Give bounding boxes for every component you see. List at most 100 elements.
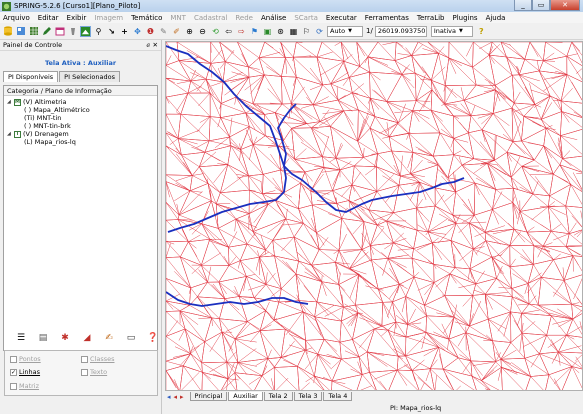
checkbox-linhas[interactable]: ✓ Linhas xyxy=(10,368,40,376)
panel-tabs: PI Disponíveis PI Selecionados xyxy=(3,71,161,82)
expand-icon[interactable]: ◢ xyxy=(7,99,12,105)
checkbox-label: Linhas xyxy=(19,368,41,376)
menu-item-imagem[interactable]: Imagem xyxy=(94,14,123,22)
table-icon[interactable] xyxy=(28,26,39,37)
tree-item-label: ( ) Mapa_Altimétrico xyxy=(24,106,90,114)
help-icon[interactable]: ? xyxy=(476,26,487,37)
screen-tab-tela-4[interactable]: Tela 4 xyxy=(323,392,353,401)
checkbox-label: Pontos xyxy=(19,355,41,363)
scale-options-icon[interactable]: ⊛ xyxy=(275,26,286,37)
menu-item-ajuda[interactable]: Ajuda xyxy=(486,14,506,22)
first-icon[interactable]: ◂ xyxy=(167,393,171,401)
checkbox-pontos[interactable]: Pontos xyxy=(10,355,41,363)
screens-icon[interactable]: ▣ xyxy=(262,26,273,37)
tree-category-item[interactable]: ◢ T (V) Drenagem xyxy=(7,130,154,138)
title-bar: SPRING-5.2.6 [Curso1][Plano_Piloto] _ ▭ … xyxy=(0,0,583,12)
back-icon[interactable]: ⇦ xyxy=(223,26,234,37)
identify-icon[interactable]: ❶ xyxy=(145,26,156,37)
expand-icon[interactable]: ◢ xyxy=(7,131,12,137)
maximize-button[interactable]: ▭ xyxy=(532,0,550,11)
tree-item-label: ( ) MNT-tin-brk xyxy=(24,122,71,130)
menu-item-executar[interactable]: Executar xyxy=(326,14,357,22)
checkbox-classes[interactable]: Classes xyxy=(81,355,115,363)
pencil-icon[interactable] xyxy=(41,26,52,37)
next-icon[interactable]: ▸ xyxy=(180,393,184,401)
menu-item-mnt[interactable]: MNT xyxy=(170,14,186,22)
tree-plan-item[interactable]: (Ti) MNT-tin xyxy=(7,114,154,122)
map-canvas[interactable] xyxy=(165,41,583,391)
window-icon[interactable] xyxy=(54,26,65,37)
screen-tab-tela-3[interactable]: Tela 3 xyxy=(293,392,323,401)
brush-icon[interactable]: ✍ xyxy=(103,332,115,343)
tree-item-label: (V) Drenagem xyxy=(23,130,69,138)
panel-close-icon[interactable]: ⅇ ✕ xyxy=(146,41,158,49)
database-icon[interactable] xyxy=(2,26,13,37)
menu-item-editar[interactable]: Editar xyxy=(38,14,59,22)
menu-item-plugins[interactable]: Plugins xyxy=(452,14,477,22)
checkmark-icon: ✓ xyxy=(10,368,17,376)
tab-pi-selecionados[interactable]: PI Selecionados xyxy=(59,71,120,82)
move-icon[interactable]: ✥ xyxy=(132,26,143,37)
checkbox-texto[interactable]: Texto xyxy=(81,368,107,376)
tree-header: Categoria / Plano de Informação xyxy=(4,86,157,96)
measure-icon[interactable]: ✎ xyxy=(158,26,169,37)
menu-item-ferramentas[interactable]: Ferramentas xyxy=(365,14,409,22)
mnt-category-icon: M xyxy=(14,98,21,106)
menu-item-scarta[interactable]: SCarta xyxy=(294,14,318,22)
menu-item-rede[interactable]: Rede xyxy=(235,14,253,22)
zoom-fit-icon[interactable]: ⟲ xyxy=(210,26,221,37)
zoom-out-icon[interactable]: ⊖ xyxy=(197,26,208,37)
tab-pi-disponiveis[interactable]: PI Disponíveis xyxy=(3,71,59,82)
mode-select[interactable]: Auto ▼ xyxy=(327,25,363,37)
project-icon[interactable] xyxy=(15,26,26,37)
mode-select-value: Auto xyxy=(330,27,346,35)
state-select[interactable]: Inativa ▼ xyxy=(430,25,473,37)
screen-icon[interactable]: ▭ xyxy=(125,332,137,343)
info-icon[interactable] xyxy=(67,26,78,37)
help-circle-icon[interactable]: ❓ xyxy=(147,332,159,343)
state-select-value: Inativa xyxy=(433,27,457,35)
minimize-button[interactable]: _ xyxy=(514,0,532,11)
tin-mesh xyxy=(166,42,582,390)
close-button[interactable]: ✕ xyxy=(550,0,580,11)
tree-plan-item[interactable]: (L) Mapa_rios-lq xyxy=(7,138,154,146)
menu-item-terralib[interactable]: TerraLib xyxy=(417,14,445,22)
menu-item-an-lise[interactable]: Análise xyxy=(261,14,286,22)
tin-map xyxy=(166,42,582,390)
scale-input[interactable]: 26019.093750 xyxy=(374,25,427,37)
menu-item-tem-tico[interactable]: Temático xyxy=(131,14,162,22)
tree-plan-item[interactable]: ( ) MNT-tin-brk xyxy=(7,122,154,130)
checkbox-box xyxy=(81,368,88,376)
main-toolbar: ⚲ ↘ + ✥ ❶ ✎ ✐ ⊕ ⊖ ⟲ ⇦ ⇨ ⚑ ▣ ⊛ ▦ ⚐ ⟳ Auto… xyxy=(0,23,583,40)
refresh-icon[interactable]: ⟳ xyxy=(314,26,325,37)
thematic-category-icon: T xyxy=(14,130,21,138)
grid-icon[interactable]: ▦ xyxy=(288,26,299,37)
menu-item-cadastral[interactable]: Cadastral xyxy=(194,14,227,22)
tree-category-item[interactable]: ◢ M (V) Altimetria xyxy=(7,98,154,106)
list-icon[interactable]: ☰ xyxy=(15,332,27,343)
screen-tab-tela-2[interactable]: Tela 2 xyxy=(263,392,293,401)
menu-item-exibir[interactable]: Exibir xyxy=(67,14,87,22)
menu-item-arquivo[interactable]: Arquivo xyxy=(3,14,30,22)
cursor-plus-icon[interactable]: + xyxy=(119,26,130,37)
control-panel-header: Painel de Controle ⅇ ✕ xyxy=(0,40,161,51)
checkbox-box xyxy=(10,382,17,390)
river-line xyxy=(353,177,465,209)
pan-arrow-icon[interactable]: ↘ xyxy=(106,26,117,37)
draw-screen-icon[interactable] xyxy=(80,25,91,37)
screen-tab-principal[interactable]: Principal xyxy=(189,392,228,401)
paint-icon[interactable]: ◢ xyxy=(81,332,93,343)
screen-tab-auxiliar[interactable]: Auxiliar xyxy=(228,392,263,401)
layers-icon[interactable]: ▤ xyxy=(37,332,49,343)
tree-plan-item[interactable]: ( ) Mapa_Altimétrico xyxy=(7,106,154,114)
flag-icon[interactable]: ⚑ xyxy=(249,26,260,37)
forward-icon[interactable]: ⇨ xyxy=(236,26,247,37)
zoom-area-icon[interactable]: ⚲ xyxy=(93,26,104,37)
prev-icon[interactable]: ◂ xyxy=(174,393,178,401)
checkbox-matriz[interactable]: Matriz xyxy=(10,382,39,390)
edit-line-icon[interactable]: ✐ xyxy=(171,26,182,37)
zoom-in-icon[interactable]: ⊕ xyxy=(184,26,195,37)
scale-prefix: 1/ xyxy=(366,27,373,35)
palette-icon[interactable]: ✱ xyxy=(59,332,71,343)
query-icon[interactable]: ⚐ xyxy=(301,26,312,37)
